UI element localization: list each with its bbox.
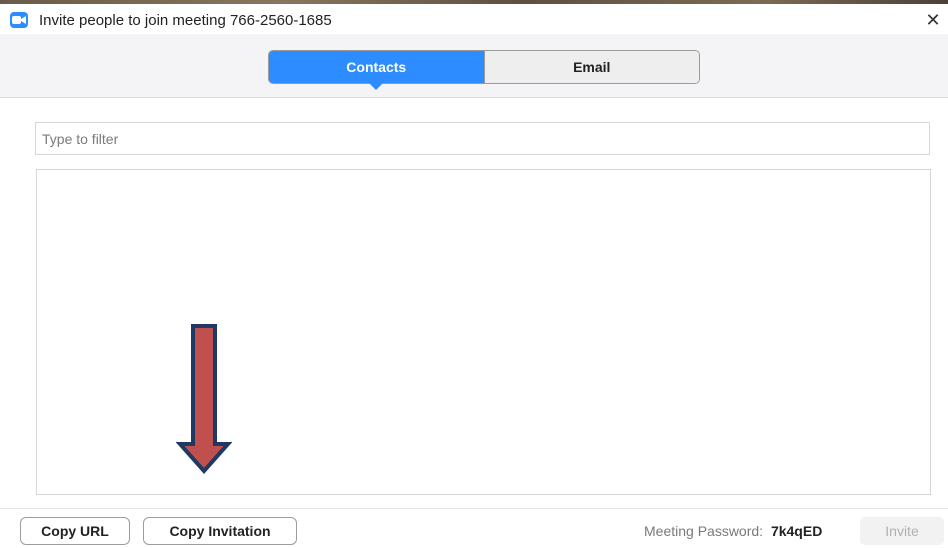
filter-input[interactable] — [35, 122, 930, 155]
tab-email-label: Email — [573, 59, 611, 75]
title-bar: Invite people to join meeting 766-2560-1… — [0, 4, 948, 34]
tab-email[interactable]: Email — [483, 51, 699, 83]
copy-invitation-button[interactable]: Copy Invitation — [143, 517, 297, 545]
active-tab-pointer — [369, 83, 384, 90]
tab-group: Contacts Email — [268, 50, 700, 90]
footer-divider — [0, 508, 948, 509]
tab-bar: Contacts Email — [0, 34, 948, 98]
window-title: Invite people to join meeting 766-2560-1… — [39, 12, 332, 29]
close-icon[interactable]: ✕ — [924, 11, 942, 29]
password-value: 7k4qED — [770, 523, 823, 539]
zoom-camera-icon — [10, 12, 28, 28]
password-label: Meeting Password: — [644, 523, 764, 539]
meeting-password: Meeting Password: 7k4qED — [644, 523, 822, 539]
copy-url-button[interactable]: Copy URL — [20, 517, 130, 545]
tab-contacts-label: Contacts — [346, 59, 407, 75]
invite-button[interactable]: Invite — [860, 517, 944, 545]
tab-contacts[interactable]: Contacts — [269, 51, 484, 90]
invite-dialog: Invite people to join meeting 766-2560-1… — [0, 0, 948, 548]
contacts-list[interactable] — [36, 169, 931, 495]
down-arrow-icon — [176, 324, 232, 474]
